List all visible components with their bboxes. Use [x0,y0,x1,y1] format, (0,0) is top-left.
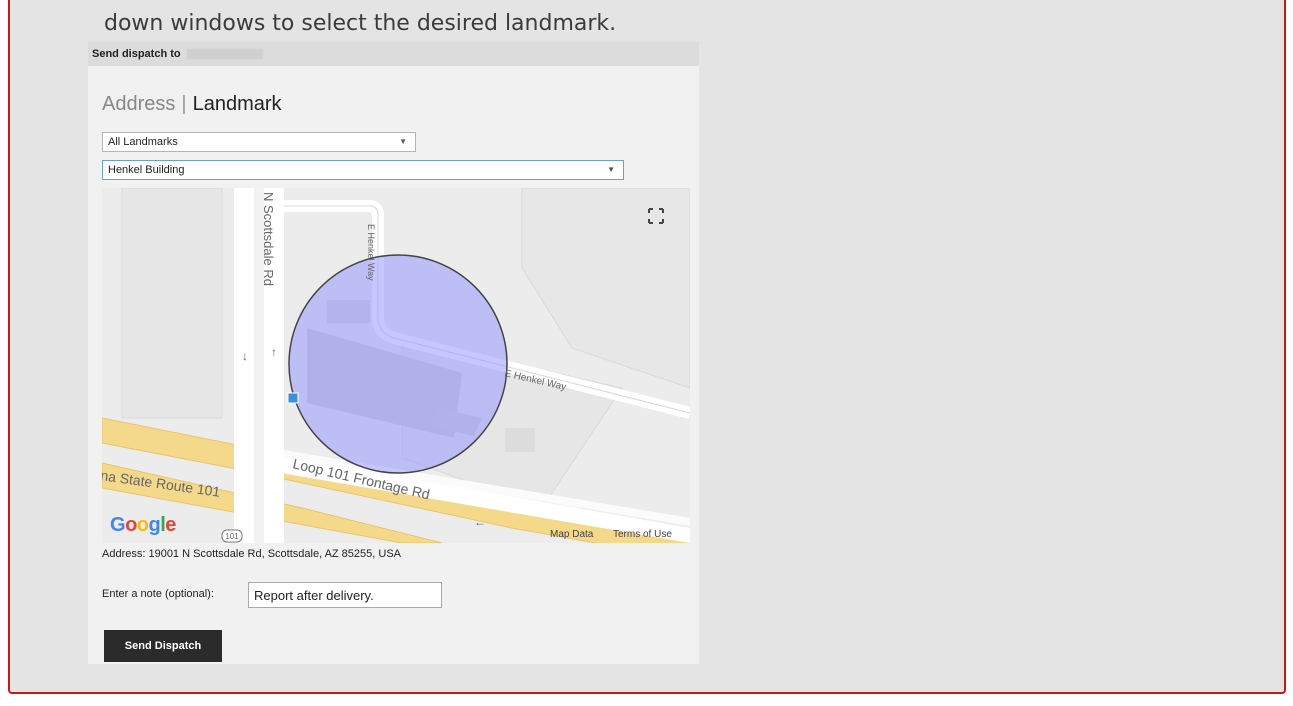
send-dispatch-button[interactable]: Send Dispatch [104,630,222,662]
map-data-link[interactable]: Map Data [550,529,593,540]
street-label-scottsdale: N Scottsdale Rd [261,192,276,286]
dispatch-dialog: Send dispatch to Address | Landmark All La… [88,42,699,664]
note-input[interactable] [248,582,442,608]
landmark-map[interactable]: ↓ ↑ ← N Scottsdale Rd E Henkel Way E Hen… [102,188,690,543]
redacted-recipient [186,49,263,60]
street-label-henkel-vertical: E Henkel Way [366,224,376,281]
address-line: Address: 19001 N Scottsdale Rd, Scottsda… [102,548,402,560]
terms-of-use-link[interactable]: Terms of Use [613,529,672,540]
tab-address[interactable]: Address [102,93,175,115]
tab-separator: | [181,93,187,115]
svg-text:←: ← [474,515,486,529]
bus-stop-icon [287,392,299,404]
geofence-circle [288,254,508,474]
landmark-value: Henkel Building [108,164,185,176]
intro-text: down windows to select the desired landm… [104,11,617,36]
landmark-category-value: All Landmarks [108,136,178,148]
landmark-select[interactable]: Henkel Building ▼ [102,160,624,180]
route-shield-label: 101 [225,532,239,541]
svg-text:↑: ↑ [271,345,277,359]
note-label: Enter a note (optional): [102,588,214,600]
svg-text:↓: ↓ [242,349,248,363]
map-canvas: ↓ ↑ ← N Scottsdale Rd E Henkel Way E Hen… [102,188,690,543]
dialog-title: Send dispatch to [92,48,181,60]
tab-landmark[interactable]: Landmark [193,93,282,115]
address-landmark-tabs: Address | Landmark [102,93,282,116]
chevron-down-icon: ▼ [607,165,615,174]
chevron-down-icon: ▼ [399,137,407,146]
landmark-category-select[interactable]: All Landmarks ▼ [102,132,416,152]
google-logo: Google [110,514,176,536]
dialog-header: Send dispatch to [88,42,699,66]
